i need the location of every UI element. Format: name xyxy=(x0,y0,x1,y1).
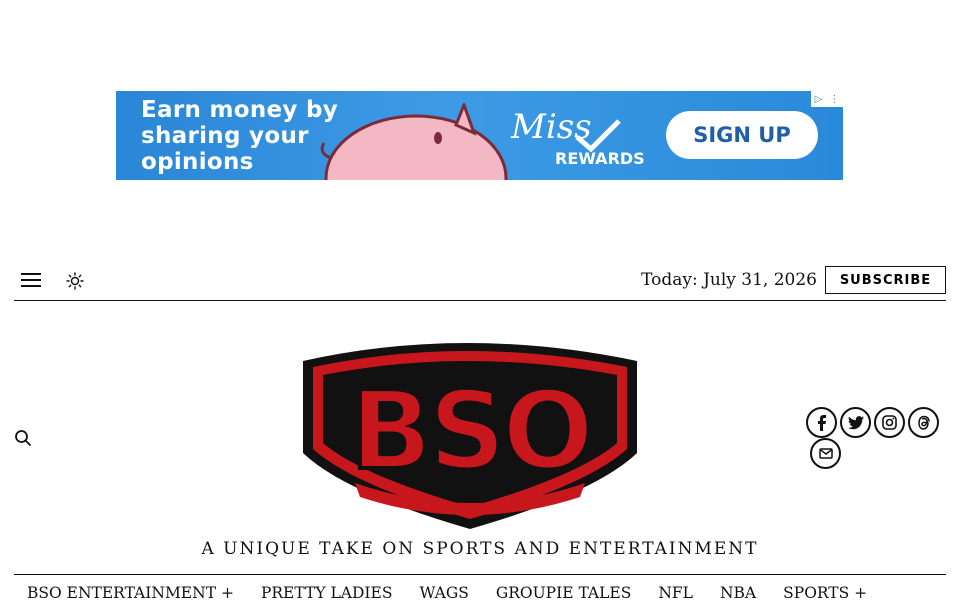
ad-line-2: sharing your xyxy=(141,123,309,149)
nav-item-nba[interactable]: NBA xyxy=(720,584,756,600)
twitter-icon[interactable] xyxy=(840,407,871,438)
ad-sign-up-button[interactable]: SIGN UP xyxy=(666,111,818,159)
sun-icon[interactable] xyxy=(66,272,84,290)
ad-play-icon: ▷ xyxy=(814,93,823,105)
hamburger-menu-icon[interactable] xyxy=(21,273,41,289)
missrewards-logo: Miss REWARDS xyxy=(511,107,651,175)
main-nav: BSO ENTERTAINMENT + PRETTY LADIES WAGS G… xyxy=(27,584,894,600)
nav-item-nfl[interactable]: NFL xyxy=(658,584,693,600)
facebook-icon[interactable] xyxy=(806,407,837,438)
nav-item-sports[interactable]: SPORTS + xyxy=(783,584,867,600)
nav-item-bso-entertainment[interactable]: BSO ENTERTAINMENT + xyxy=(27,584,234,600)
ad-line-1: Earn money by xyxy=(141,97,339,123)
piggy-bank-icon xyxy=(320,103,508,180)
subscribe-button[interactable]: SUBSCRIBE xyxy=(825,266,946,294)
nav-item-wags[interactable]: WAGS xyxy=(419,584,468,600)
logo-letters: BSO xyxy=(350,369,590,494)
instagram-icon[interactable] xyxy=(874,407,905,438)
adchoices-icon[interactable]: ▷ ⋮ xyxy=(811,91,843,107)
nav-item-groupie-tales[interactable]: GROUPIE TALES xyxy=(496,584,632,600)
ad-banner[interactable]: Earn money by sharing your opinions Miss… xyxy=(116,91,843,180)
ad-line-3: opinions xyxy=(141,149,254,175)
top-bar: Today: July 31, 2026 SUBSCRIBE xyxy=(14,262,946,301)
bso-logo[interactable]: BSO xyxy=(295,333,645,531)
email-icon[interactable] xyxy=(810,438,841,469)
search-icon[interactable] xyxy=(14,429,32,447)
ad-more-icon: ⋮ xyxy=(829,93,840,105)
current-date: Today: July 31, 2026 xyxy=(641,270,817,290)
threads-icon[interactable] xyxy=(908,407,939,438)
nav-item-pretty-ladies[interactable]: PRETTY LADIES xyxy=(261,584,393,600)
checkmark-icon xyxy=(575,119,621,153)
site-tagline: A UNIQUE TAKE ON SPORTS AND ENTERTAINMEN… xyxy=(201,539,759,559)
ad-brand-bottom: REWARDS xyxy=(555,149,645,168)
nav-divider xyxy=(14,574,946,575)
ad-headline: Earn money by sharing your opinions xyxy=(141,97,338,175)
